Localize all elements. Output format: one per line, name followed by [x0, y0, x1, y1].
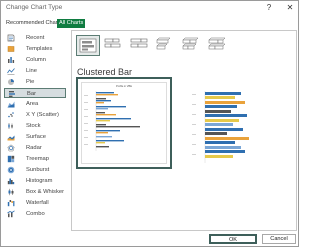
svg-text:xxxx: xxxx [84, 144, 88, 146]
help-button[interactable]: ? [263, 2, 275, 13]
3d-clustered-bar-icon [156, 37, 171, 50]
svg-text:xxxx: xxxx [192, 104, 196, 106]
svg-text:xxxx: xxxx [84, 116, 88, 118]
combo-icon [7, 210, 15, 218]
sidebar-item-label: Box & Whisker [26, 189, 65, 195]
sidebar-item-label: Bar [27, 91, 37, 97]
subtype-100-stacked-bar[interactable] [128, 35, 152, 56]
sidebar-item-line[interactable]: Line [4, 66, 66, 76]
area-icon [7, 101, 15, 108]
change-chart-type-dialog: Change Chart Type ? ✕ Recommended Charts… [0, 0, 299, 247]
sidebar-item-label: Column [26, 57, 46, 63]
sidebar-item-label: Stock [26, 123, 41, 129]
sidebar-item-templates[interactable]: Templates [4, 44, 66, 54]
stacked-bar-icon [104, 38, 121, 48]
title-bar: Change Chart Type ? ✕ [1, 1, 298, 14]
sidebar-item-treemap[interactable]: Treemap [4, 154, 66, 164]
chart-preview-option-2[interactable]: xxxx xxxx xxxx xxxx xxxx xxxx xxxx [188, 77, 284, 169]
chart-preview-1: Profile in VBE xxxx xxxx xxxx xxxx xxxx xxxx x… [81, 82, 167, 164]
chart-subtype-title: Clustered Bar [77, 67, 133, 77]
sidebar-item-histogram[interactable]: Histogram [4, 176, 66, 186]
chart-preview-option-1[interactable]: Profile in VBE xxxx xxxx xxxx xxxx xxxx xxxx x… [76, 77, 172, 169]
sidebar-item-scatter[interactable]: X Y (Scatter) [4, 110, 66, 120]
sidebar-item-area[interactable]: Area [4, 99, 66, 109]
stock-icon [8, 123, 13, 129]
sidebar-item-stock[interactable]: Stock [4, 121, 66, 131]
3d-stacked-bar-icon [182, 37, 199, 50]
sidebar-item-box-whisker[interactable]: Box & Whisker [4, 187, 66, 197]
sidebar-item-waterfall[interactable]: Waterfall [4, 198, 66, 208]
sidebar-item-label: Sunburst [26, 167, 50, 173]
svg-text:xxxx: xxxx [84, 102, 88, 104]
column-icon [8, 57, 15, 63]
sidebar-item-label: Line [26, 68, 37, 74]
subtype-3d-clustered-bar[interactable] [154, 35, 178, 56]
preview-bars-1: xxxx xxxx xxxx xxxx xxxx xxxx xxxx xxxx [84, 91, 140, 151]
svg-text:xxxx: xxxx [84, 109, 88, 111]
clustered-bar-icon [79, 38, 97, 53]
bar-icon [9, 91, 15, 97]
svg-text:xxxx: xxxx [84, 123, 88, 125]
treemap-icon [7, 155, 15, 163]
subtype-3d-100-stacked-bar[interactable] [206, 35, 230, 56]
sunburst-icon [7, 166, 15, 174]
line-icon [7, 68, 15, 75]
templates-icon [7, 46, 15, 52]
scatter-icon [8, 112, 14, 118]
svg-text:xxxx: xxxx [192, 154, 196, 156]
tab-all-charts[interactable]: All Charts [57, 19, 86, 28]
chart-gallery-panel: Clustered Bar Profile in VBE xxxx xxxx xxx… [71, 30, 297, 231]
sidebar-item-label: Templates [26, 46, 53, 52]
svg-text:xxxx: xxxx [84, 95, 88, 97]
sidebar-item-recent[interactable]: Recent [4, 33, 66, 43]
sidebar-item-label: Histogram [26, 178, 53, 184]
sidebar-item-combo[interactable]: Combo [4, 209, 66, 219]
preview-bars-2: xxxx xxxx xxxx xxxx xxxx xxxx xxxx [190, 79, 282, 167]
ok-button[interactable]: OK [209, 234, 257, 244]
sidebar-item-label: Combo [26, 211, 45, 217]
sidebar-item-label: Recent [26, 35, 45, 41]
cancel-button[interactable]: Cancel [262, 234, 296, 244]
recent-icon [7, 34, 15, 42]
svg-text:xxxx: xxxx [84, 137, 88, 139]
tab-recommended-charts[interactable]: Recommended Charts [4, 19, 64, 28]
sidebar-item-surface[interactable]: Surface [4, 132, 66, 142]
sidebar-item-label: X Y (Scatter) [26, 112, 59, 118]
sidebar-item-radar[interactable]: Radar [4, 143, 66, 153]
box-whisker-icon [8, 188, 14, 196]
svg-text:xxxx: xxxx [192, 94, 196, 96]
sidebar-item-label: Pie [26, 79, 35, 85]
sidebar-item-label: Radar [26, 145, 42, 151]
subtype-3d-stacked-bar[interactable] [180, 35, 204, 56]
subtype-stacked-bar[interactable] [102, 35, 126, 56]
radar-icon [7, 144, 15, 152]
histogram-icon [7, 178, 15, 185]
sidebar-item-label: Treemap [26, 156, 49, 162]
sidebar-item-label: Surface [26, 134, 46, 140]
100-stacked-bar-icon [130, 38, 148, 48]
svg-text:xxxx: xxxx [192, 134, 196, 136]
dialog-title: Change Chart Type [6, 4, 63, 11]
close-button[interactable]: ✕ [284, 2, 296, 13]
pie-icon [8, 79, 14, 85]
sidebar-item-bar[interactable]: Bar [4, 88, 66, 98]
waterfall-icon [7, 200, 15, 207]
svg-text:xxxx: xxxx [192, 124, 196, 126]
sidebar-item-column[interactable]: Column [4, 55, 66, 65]
sidebar-item-sunburst[interactable]: Sunburst [4, 165, 66, 175]
svg-text:xxxx: xxxx [84, 130, 88, 132]
subtype-clustered-bar[interactable] [76, 35, 100, 56]
svg-text:xxxx: xxxx [192, 114, 196, 116]
sidebar-item-label: Area [26, 101, 39, 107]
surface-icon [7, 135, 15, 141]
sidebar-item-label: Waterfall [26, 200, 49, 206]
svg-text:xxxx: xxxx [192, 144, 196, 146]
3d-100-stacked-bar-icon [208, 37, 226, 50]
sidebar-item-pie[interactable]: Pie [4, 77, 66, 87]
